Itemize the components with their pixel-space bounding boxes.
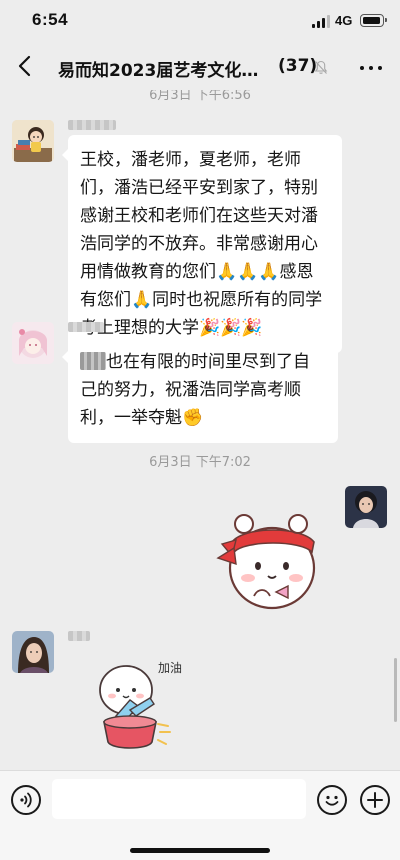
status-time: 6:54 bbox=[32, 10, 69, 29]
back-chevron-icon[interactable] bbox=[14, 54, 38, 78]
bell-slash-icon bbox=[314, 60, 328, 74]
timestamp-middle: 6月3日 下午7:02 bbox=[149, 455, 251, 470]
scroll-indicator[interactable] bbox=[394, 658, 397, 722]
message-bubble-1[interactable]: 王校，潘老师，夏老师，老师们，潘浩已经平安到家了，特别感谢王校和老师们在这些天对… bbox=[62, 135, 342, 353]
avatar-sender-2[interactable] bbox=[12, 322, 54, 364]
status-bar: 6:54 4G bbox=[0, 0, 400, 44]
signal-icon bbox=[312, 15, 330, 28]
avatar-sender-1[interactable] bbox=[12, 120, 54, 162]
timestamp-top: 6月3日 下午6:56 bbox=[149, 90, 251, 103]
plus-icon[interactable] bbox=[360, 785, 390, 815]
woman-photo-avatar bbox=[12, 631, 54, 673]
sender-name-1 bbox=[68, 120, 116, 130]
message-bubble-2[interactable]: 也在有限的时间里尽到了自己的努力，祝潘浩同学高考顺利，一举夺魁✊ bbox=[62, 337, 338, 443]
input-bar bbox=[0, 770, 400, 860]
blurred-name bbox=[80, 352, 106, 370]
sticker-caption: 加油 bbox=[158, 661, 182, 675]
jiayou-cheer-sticker[interactable]: 加油 bbox=[92, 650, 202, 760]
message-input[interactable] bbox=[52, 779, 306, 819]
avatar-self[interactable] bbox=[345, 486, 387, 528]
sender-name-3 bbox=[68, 631, 90, 641]
member-count: (37) bbox=[278, 56, 318, 76]
emoji-icon[interactable] bbox=[317, 785, 347, 815]
voice-icon[interactable] bbox=[11, 785, 41, 815]
cartoon-girl-avatar bbox=[12, 120, 54, 162]
girl-photo-avatar bbox=[345, 486, 387, 528]
avatar-sender-3[interactable] bbox=[12, 631, 54, 673]
anime-girl-avatar bbox=[12, 322, 54, 364]
battery-icon bbox=[360, 14, 387, 27]
cartoon-bear-headband-sticker[interactable] bbox=[214, 500, 334, 620]
more-dots-icon[interactable] bbox=[360, 66, 382, 71]
message-text-2: 也在有限的时间里尽到了自己的努力，祝潘浩同学高考顺利，一举夺魁✊ bbox=[80, 352, 310, 428]
chat-title[interactable]: 易而知2023届艺考文化… bbox=[58, 56, 266, 81]
home-indicator[interactable] bbox=[130, 848, 270, 853]
sender-name-2 bbox=[68, 322, 104, 332]
nav-bar: 易而知2023届艺考文化… (37) bbox=[0, 44, 400, 90]
network-type: 4G bbox=[335, 13, 353, 28]
message-list[interactable]: 6月3日 下午6:56 王校，潘老师，夏老师，老师们，潘浩已经平安到家了，特别感… bbox=[0, 90, 400, 770]
